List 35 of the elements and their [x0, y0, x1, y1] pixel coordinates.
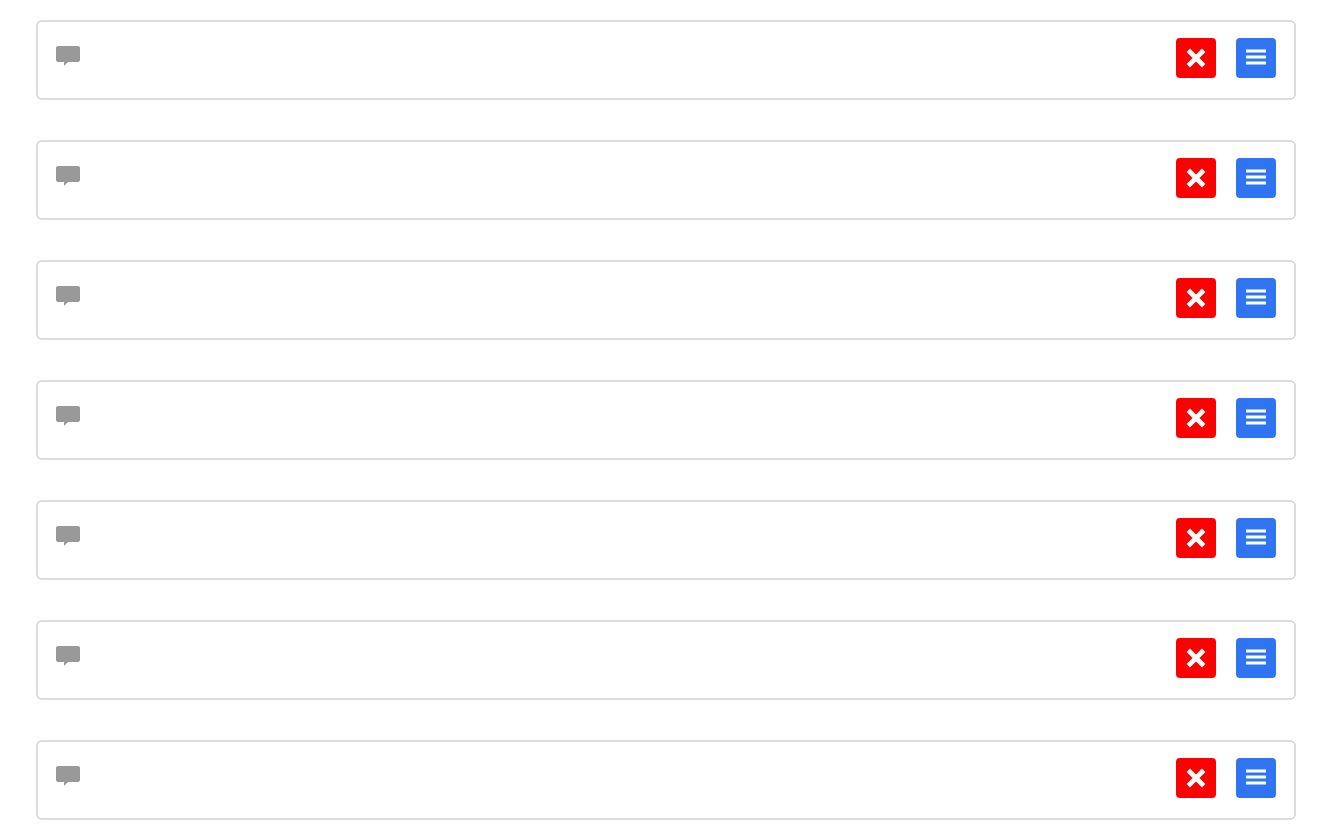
delete-button[interactable] — [1176, 758, 1216, 798]
close-icon — [1184, 766, 1208, 790]
comment-icon — [56, 766, 80, 788]
menu-button[interactable] — [1236, 38, 1276, 78]
close-icon — [1184, 166, 1208, 190]
comment-icon — [56, 406, 80, 428]
menu-icon — [1244, 46, 1268, 70]
menu-button[interactable] — [1236, 158, 1276, 198]
comment-icon — [56, 646, 80, 668]
comment-icon — [56, 526, 80, 548]
delete-button[interactable] — [1176, 398, 1216, 438]
close-icon — [1184, 286, 1208, 310]
menu-button[interactable] — [1236, 638, 1276, 678]
menu-button[interactable] — [1236, 758, 1276, 798]
delete-button[interactable] — [1176, 158, 1216, 198]
delete-button[interactable] — [1176, 518, 1216, 558]
delete-button[interactable] — [1176, 38, 1216, 78]
menu-icon — [1244, 766, 1268, 790]
comment-icon — [56, 166, 80, 188]
delete-button[interactable] — [1176, 638, 1216, 678]
menu-icon — [1244, 646, 1268, 670]
comment-icon — [56, 46, 80, 68]
menu-button[interactable] — [1236, 278, 1276, 318]
menu-icon — [1244, 406, 1268, 430]
menu-icon — [1244, 526, 1268, 550]
menu-button[interactable] — [1236, 518, 1276, 558]
close-icon — [1184, 646, 1208, 670]
close-icon — [1184, 406, 1208, 430]
menu-icon — [1244, 286, 1268, 310]
menu-icon — [1244, 166, 1268, 190]
menu-button[interactable] — [1236, 398, 1276, 438]
delete-button[interactable] — [1176, 278, 1216, 318]
close-icon — [1184, 46, 1208, 70]
close-icon — [1184, 526, 1208, 550]
comment-icon — [56, 286, 80, 308]
